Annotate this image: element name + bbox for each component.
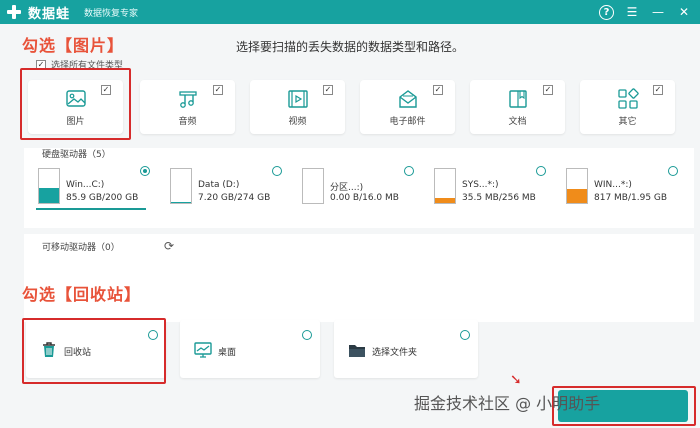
highlight-recycle-bin <box>22 318 166 384</box>
app-name: 数据蛙 <box>28 6 71 22</box>
radio-button[interactable] <box>302 330 312 340</box>
drive-icon <box>38 168 60 204</box>
drive-name: Data (D:) <box>198 180 240 190</box>
drive-name: SYS...*:) <box>462 180 499 190</box>
file-type-video[interactable]: ✓ 视频 <box>250 80 345 134</box>
file-type-label: 电子邮件 <box>389 117 426 127</box>
minimize-icon[interactable]: — <box>650 4 666 20</box>
scan-prompt: 选择要扫描的丢失数据的数据类型和路径。 <box>235 40 464 54</box>
arrow-icon: ➘ <box>510 372 522 388</box>
document-icon <box>509 90 527 108</box>
drive-size: 85.9 GB/200 GB <box>66 193 139 203</box>
file-type-document[interactable]: ✓ 文档 <box>470 80 565 134</box>
file-type-label: 音频 <box>178 117 197 127</box>
radio-button[interactable] <box>668 166 678 176</box>
mail-icon <box>399 90 417 108</box>
checkbox-icon[interactable]: ✓ <box>433 85 443 95</box>
drive-item[interactable]: 分区...:) 0.00 B/16.0 MB <box>300 166 422 208</box>
folder-icon <box>349 345 365 357</box>
annotation-select-recycle: 勾选【回收站】 <box>22 285 142 304</box>
removable-drives-section <box>24 234 694 322</box>
close-icon[interactable]: ✕ <box>676 4 692 20</box>
removable-drives-title: 可移动驱动器（0） <box>42 243 120 253</box>
hard-drives-title: 硬盘驱动器（5） <box>42 150 111 160</box>
help-icon[interactable]: ? <box>599 4 614 20</box>
drive-icon <box>434 168 456 204</box>
drive-name: 分区...:) <box>330 183 364 193</box>
location-label: 桌面 <box>218 348 237 358</box>
drive-usage-fill <box>435 198 455 203</box>
radio-button[interactable] <box>536 166 546 176</box>
refresh-icon[interactable]: ⟳ <box>164 239 174 253</box>
drive-icon <box>302 168 324 204</box>
radio-button[interactable] <box>272 166 282 176</box>
file-type-audio[interactable]: ✓ 音频 <box>140 80 235 134</box>
drive-item[interactable]: WIN...*:) 817 MB/1.95 GB <box>564 166 686 208</box>
file-type-email[interactable]: ✓ 电子邮件 <box>360 80 455 134</box>
menu-icon[interactable]: ☰ <box>624 4 640 20</box>
drive-item[interactable]: SYS...*:) 35.5 MB/256 MB <box>432 166 554 208</box>
desktop-icon <box>194 342 212 358</box>
highlight-pictures <box>20 68 131 140</box>
radio-button[interactable] <box>404 166 414 176</box>
drive-usage-fill <box>39 188 59 203</box>
file-type-other[interactable]: ✓ 其它 <box>580 80 675 134</box>
checkbox-icon[interactable]: ✓ <box>543 85 553 95</box>
video-icon <box>288 90 308 108</box>
radio-button[interactable] <box>460 330 470 340</box>
watermark: 掘金技术社区 @ 小明助手 <box>414 394 601 413</box>
location-label: 选择文件夹 <box>372 348 418 358</box>
app-subtitle: 数据恢复专家 <box>84 8 139 19</box>
drive-size: 35.5 MB/256 MB <box>462 193 536 203</box>
checkbox-icon[interactable]: ✓ <box>323 85 333 95</box>
checkbox-icon[interactable]: ✓ <box>653 85 663 95</box>
drive-item[interactable]: Win...C:) 85.9 GB/200 GB <box>36 166 158 208</box>
drive-usage-fill <box>567 189 587 203</box>
drive-size: 817 MB/1.95 GB <box>594 193 668 203</box>
location-choose-folder[interactable]: 选择文件夹 <box>334 320 478 378</box>
drive-size: 0.00 B/16.0 MB <box>330 193 399 203</box>
location-desktop[interactable]: 桌面 <box>180 320 320 378</box>
drive-name: WIN...*:) <box>594 180 632 190</box>
drive-icon <box>566 168 588 204</box>
checkbox-icon[interactable]: ✓ <box>213 85 223 95</box>
app-logo: 数据蛙 数据恢复专家 <box>6 3 138 22</box>
title-bar: 数据蛙 数据恢复专家 ? ☰ — ✕ <box>0 0 700 24</box>
radio-button[interactable] <box>140 166 150 176</box>
music-icon <box>179 91 197 108</box>
drive-icon <box>170 168 192 204</box>
drive-item[interactable]: Data (D:) 7.20 GB/274 GB <box>168 166 290 208</box>
drive-size: 7.20 GB/274 GB <box>198 193 271 203</box>
other-icon <box>618 88 639 109</box>
file-type-label: 其它 <box>618 117 637 127</box>
logo-cross-icon <box>6 4 22 20</box>
file-type-label: 视频 <box>288 117 307 127</box>
drive-usage-fill <box>171 202 191 203</box>
drive-name: Win...C:) <box>66 180 105 190</box>
selected-drive-underline <box>36 208 146 210</box>
file-type-label: 文档 <box>508 117 527 127</box>
